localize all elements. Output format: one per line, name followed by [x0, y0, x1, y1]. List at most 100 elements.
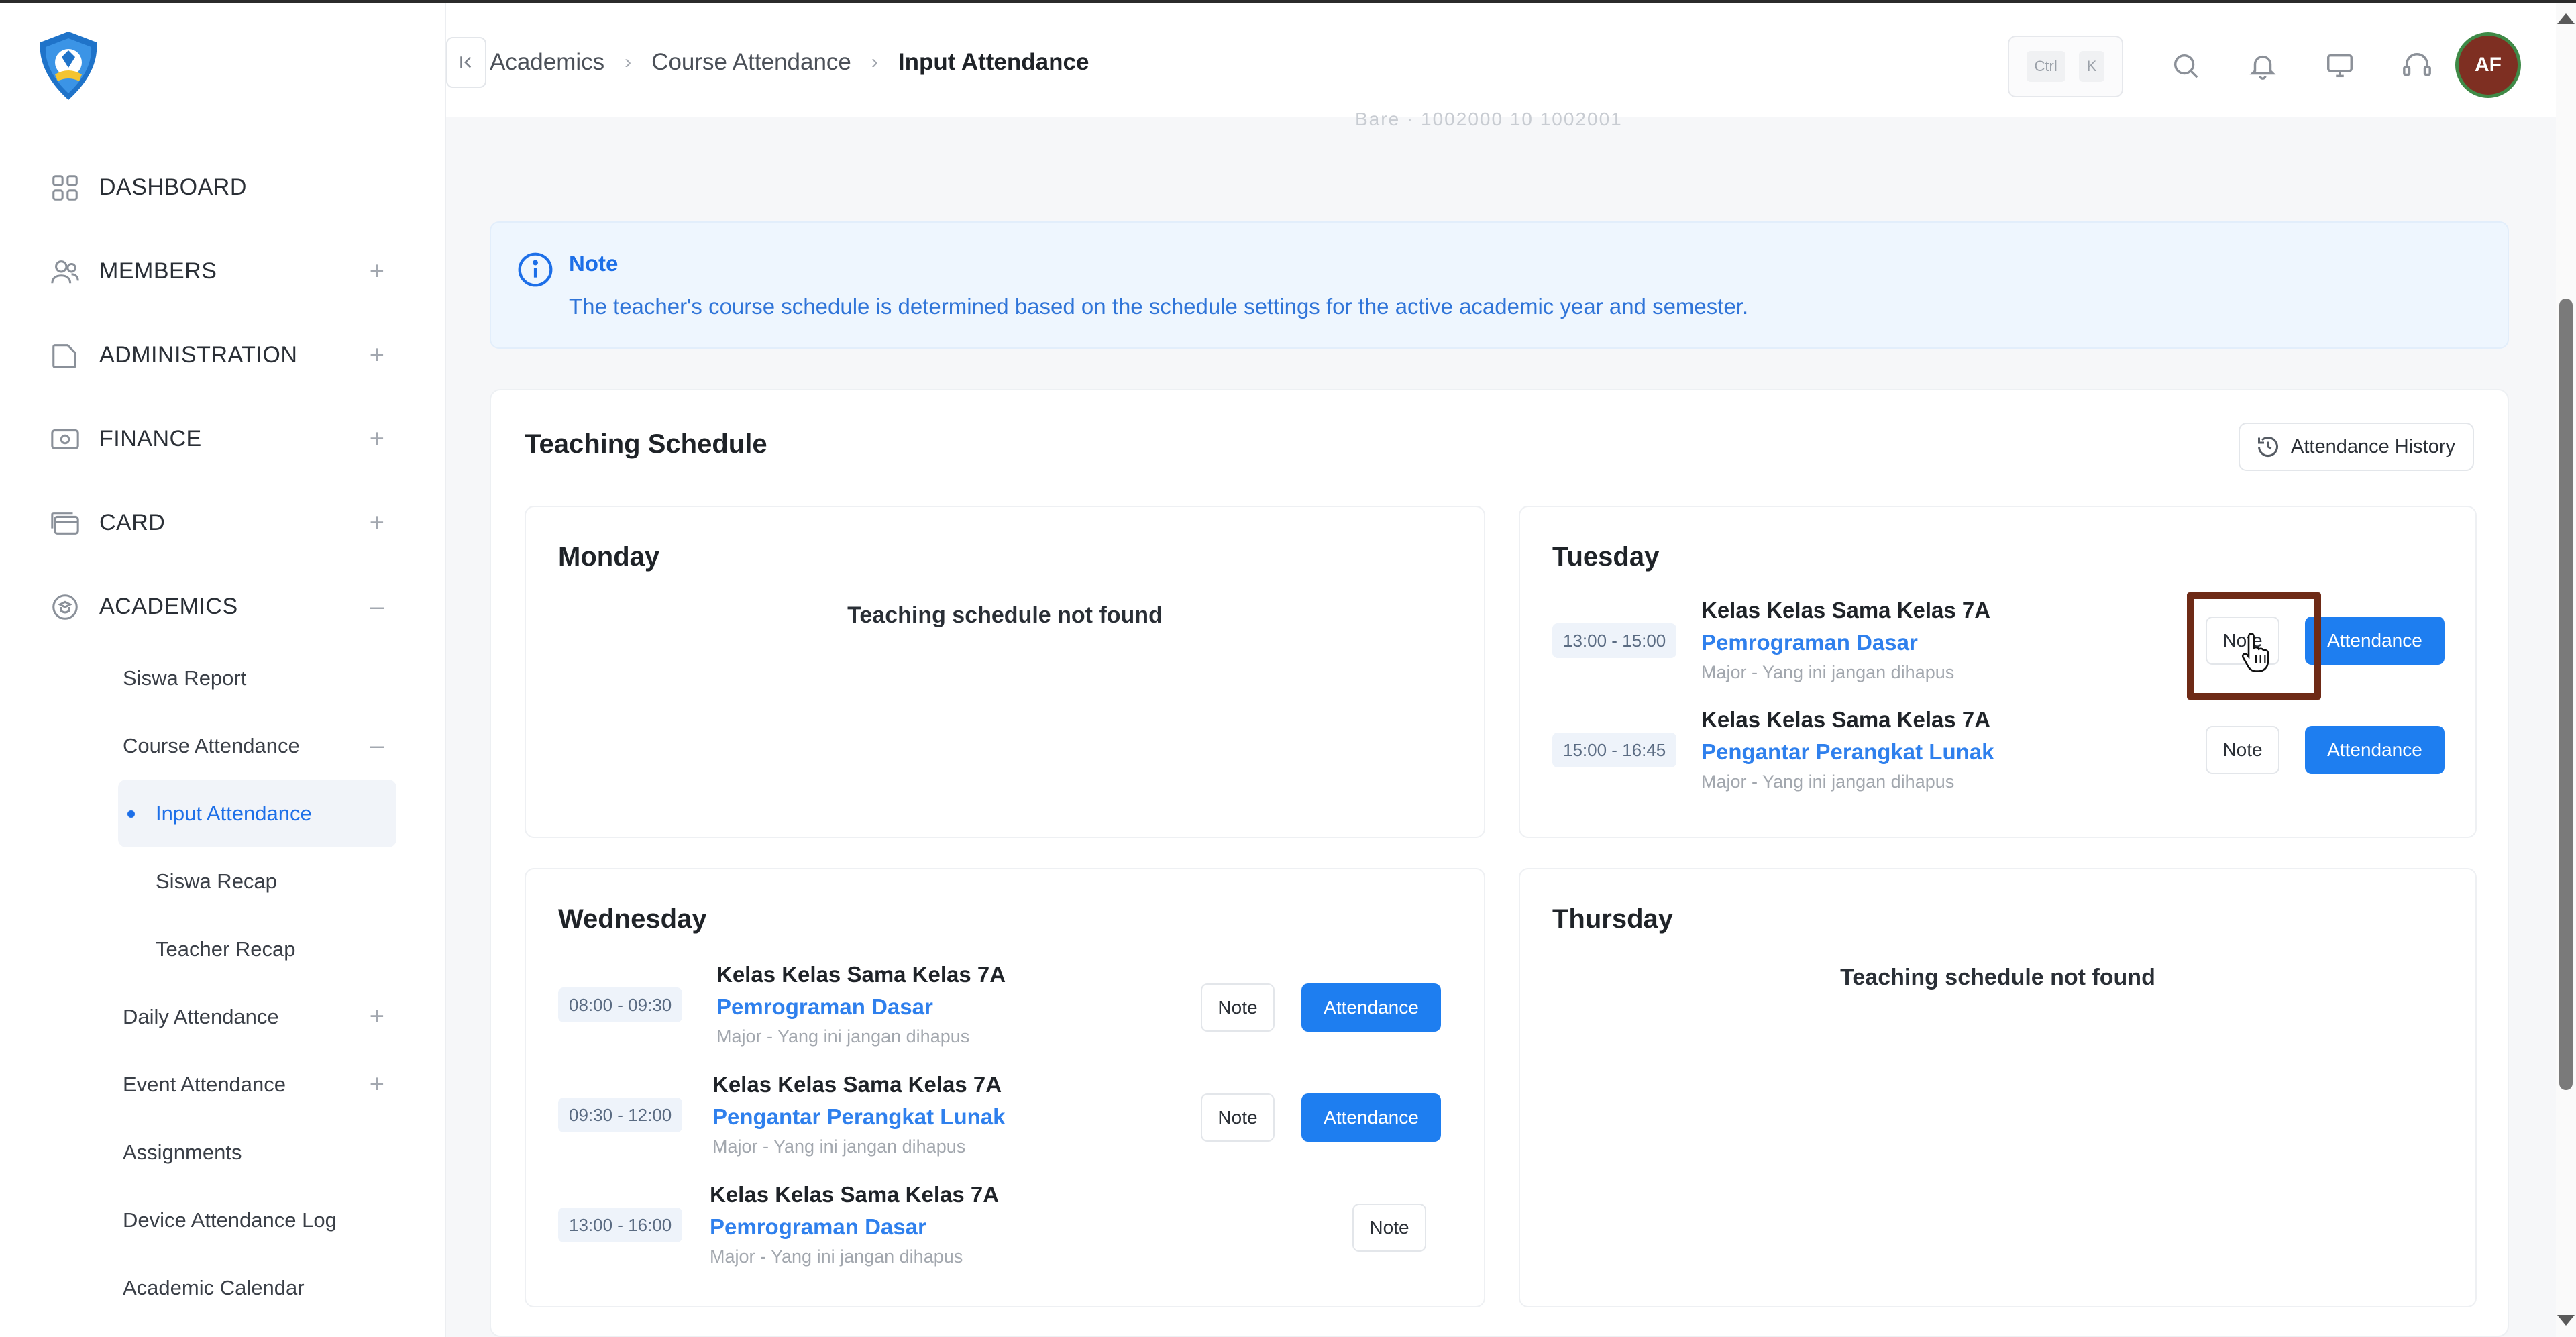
- schedule-entry: 15:00 - 16:45 Kelas Kelas Sama Kelas 7A …: [1552, 707, 2451, 808]
- expand-icon[interactable]: +: [370, 425, 384, 453]
- info-icon: [518, 252, 553, 287]
- expand-icon[interactable]: +: [370, 1002, 384, 1031]
- sidebar-item-label: Assignments: [123, 1140, 242, 1164]
- entry-course-link[interactable]: Pengantar Perangkat Lunak: [1701, 739, 1994, 765]
- entry-class: Kelas Kelas Sama Kelas 7A: [1701, 598, 1991, 623]
- nav-label: MEMBERS: [99, 258, 217, 284]
- day-wednesday: Wednesday 08:00 - 09:30 Kelas Kelas Sama…: [525, 868, 1485, 1307]
- schedule-entry: 08:00 - 09:30 Kelas Kelas Sama Kelas 7A …: [558, 962, 1457, 1063]
- academics-submenu: Siswa Report Course Attendance – Input A…: [0, 644, 446, 1322]
- day-title: Wednesday: [558, 904, 707, 934]
- entry-major: Major - Yang ini jangan dihapus: [1701, 662, 1955, 682]
- sidebar-item-label: Input Attendance: [156, 801, 312, 825]
- sidebar-item-label: Siswa Recap: [156, 869, 277, 893]
- sidebar-item-device-attendance-log[interactable]: Device Attendance Log: [0, 1186, 446, 1254]
- academics-icon: [52, 594, 78, 620]
- sidebar-item-daily-attendance[interactable]: Daily Attendance +: [0, 983, 446, 1051]
- time-badge: 08:00 - 09:30: [558, 987, 683, 1022]
- collapse-icon[interactable]: –: [370, 592, 384, 621]
- k-key: K: [2078, 51, 2105, 82]
- entry-course-link[interactable]: Pemrograman Dasar: [1701, 630, 1918, 655]
- sidebar-item-siswa-report[interactable]: Siswa Report: [0, 644, 446, 712]
- nav-administration[interactable]: ADMINISTRATION +: [0, 313, 446, 397]
- entry-major: Major - Yang ini jangan dihapus: [716, 1026, 970, 1047]
- sidebar-item-event-attendance[interactable]: Event Attendance +: [0, 1051, 446, 1118]
- nav-label: CARD: [99, 510, 166, 535]
- entry-major: Major - Yang ini jangan dihapus: [1701, 771, 1955, 792]
- sidebar-item-label: Academic Calendar: [123, 1275, 305, 1299]
- note-title: Note: [569, 251, 619, 276]
- sidebar-item-label: Course Attendance: [123, 733, 300, 757]
- tut-wuri-handayani-logo[interactable]: [35, 30, 102, 101]
- schedule-entry: 13:00 - 16:00 Kelas Kelas Sama Kelas 7A …: [558, 1182, 1457, 1283]
- nav-label: FINANCE: [99, 426, 202, 451]
- attendance-button[interactable]: Attendance: [1301, 983, 1441, 1032]
- sidebar-item-teacher-recap[interactable]: Teacher Recap: [0, 915, 446, 983]
- attendance-button[interactable]: Attendance: [2305, 726, 2445, 774]
- time-badge: 09:30 - 12:00: [558, 1098, 683, 1132]
- day-thursday: Thursday Teaching schedule not found: [1519, 868, 2477, 1307]
- nav-members[interactable]: MEMBERS +: [0, 229, 446, 313]
- nav-dashboard[interactable]: DASHBOARD: [0, 146, 446, 229]
- day-monday: Monday Teaching schedule not found: [525, 506, 1485, 838]
- note-banner: Note The teacher's course schedule is de…: [490, 221, 2509, 349]
- nav-academics[interactable]: ACADEMICS –: [0, 565, 446, 649]
- scroll-down-arrow-icon[interactable]: [2557, 1315, 2575, 1326]
- entry-course-link[interactable]: Pemrograman Dasar: [710, 1214, 926, 1240]
- nav-finance[interactable]: FINANCE +: [0, 397, 446, 481]
- sidebar-item-course-attendance[interactable]: Course Attendance –: [0, 712, 446, 780]
- sidebar-item-assignments[interactable]: Assignments: [0, 1118, 446, 1186]
- search-icon[interactable]: [2170, 50, 2201, 81]
- section-title: Teaching Schedule: [525, 429, 767, 459]
- entry-class: Kelas Kelas Sama Kelas 7A: [712, 1072, 1002, 1097]
- scrollbar-thumb[interactable]: [2559, 299, 2573, 1090]
- schedule-entry: 09:30 - 12:00 Kelas Kelas Sama Kelas 7A …: [558, 1072, 1457, 1173]
- collapse-icon[interactable]: –: [370, 731, 384, 760]
- expand-icon[interactable]: +: [370, 257, 384, 286]
- sidebar: DASHBOARD MEMBERS + ADMINISTRATION + FIN…: [0, 3, 446, 1337]
- users-icon: [51, 260, 79, 283]
- monitor-icon[interactable]: [2324, 50, 2355, 81]
- note-text: The teacher's course schedule is determi…: [569, 294, 1749, 319]
- attendance-history-button[interactable]: Attendance History: [2238, 423, 2474, 471]
- entry-course-link[interactable]: Pengantar Perangkat Lunak: [712, 1104, 1005, 1130]
- note-button[interactable]: Note: [1201, 1093, 1275, 1142]
- cash-icon: [51, 429, 79, 449]
- sidebar-item-label: Daily Attendance: [123, 1004, 279, 1028]
- entry-class: Kelas Kelas Sama Kelas 7A: [1701, 707, 1991, 732]
- sidebar-item-label: Teacher Recap: [156, 937, 296, 961]
- breadcrumb-academics[interactable]: Academics: [490, 49, 604, 76]
- breadcrumb-course-attendance[interactable]: Course Attendance: [651, 49, 851, 76]
- attendance-button[interactable]: Attendance: [1301, 1093, 1441, 1142]
- bell-icon[interactable]: [2247, 50, 2278, 81]
- sidebar-item-academic-calendar[interactable]: Academic Calendar: [0, 1254, 446, 1322]
- sidebar-item-siswa-recap[interactable]: Siswa Recap: [0, 847, 446, 915]
- attendance-button[interactable]: Attendance: [2305, 617, 2445, 665]
- nav-label: ACADEMICS: [99, 594, 238, 619]
- sidebar-collapse-button[interactable]: [446, 37, 486, 88]
- scroll-up-arrow-icon[interactable]: [2557, 13, 2575, 24]
- expand-icon[interactable]: +: [370, 341, 384, 370]
- hand-pointer-icon: [2241, 633, 2269, 672]
- command-palette-shortcut[interactable]: Ctrl K: [2008, 36, 2123, 97]
- note-button[interactable]: Note: [1201, 983, 1275, 1032]
- time-badge: 13:00 - 15:00: [1552, 623, 1677, 658]
- sidebar-item-label: Device Attendance Log: [123, 1208, 337, 1232]
- note-button[interactable]: Note: [2206, 726, 2279, 774]
- sidebar-item-input-attendance[interactable]: Input Attendance: [118, 780, 396, 847]
- entry-course-link[interactable]: Pemrograman Dasar: [716, 994, 933, 1020]
- avatar[interactable]: AF: [2459, 36, 2518, 95]
- note-button[interactable]: Note: [1352, 1204, 1426, 1252]
- support-icon[interactable]: [2402, 50, 2432, 81]
- top-header: Academics › Course Attendance › Input At…: [446, 3, 2556, 117]
- nav-card[interactable]: CARD +: [0, 481, 446, 565]
- breadcrumb: Academics › Course Attendance › Input At…: [490, 49, 1089, 76]
- chevron-right-icon: ›: [625, 51, 632, 73]
- expand-icon[interactable]: +: [370, 1070, 384, 1099]
- nav-label: DASHBOARD: [99, 174, 247, 200]
- sidebar-item-label: Siswa Report: [123, 665, 247, 690]
- entry-class: Kelas Kelas Sama Kelas 7A: [716, 962, 1006, 987]
- button-label: Attendance History: [2290, 435, 2455, 458]
- expand-icon[interactable]: +: [370, 509, 384, 537]
- active-dot: [127, 810, 135, 818]
